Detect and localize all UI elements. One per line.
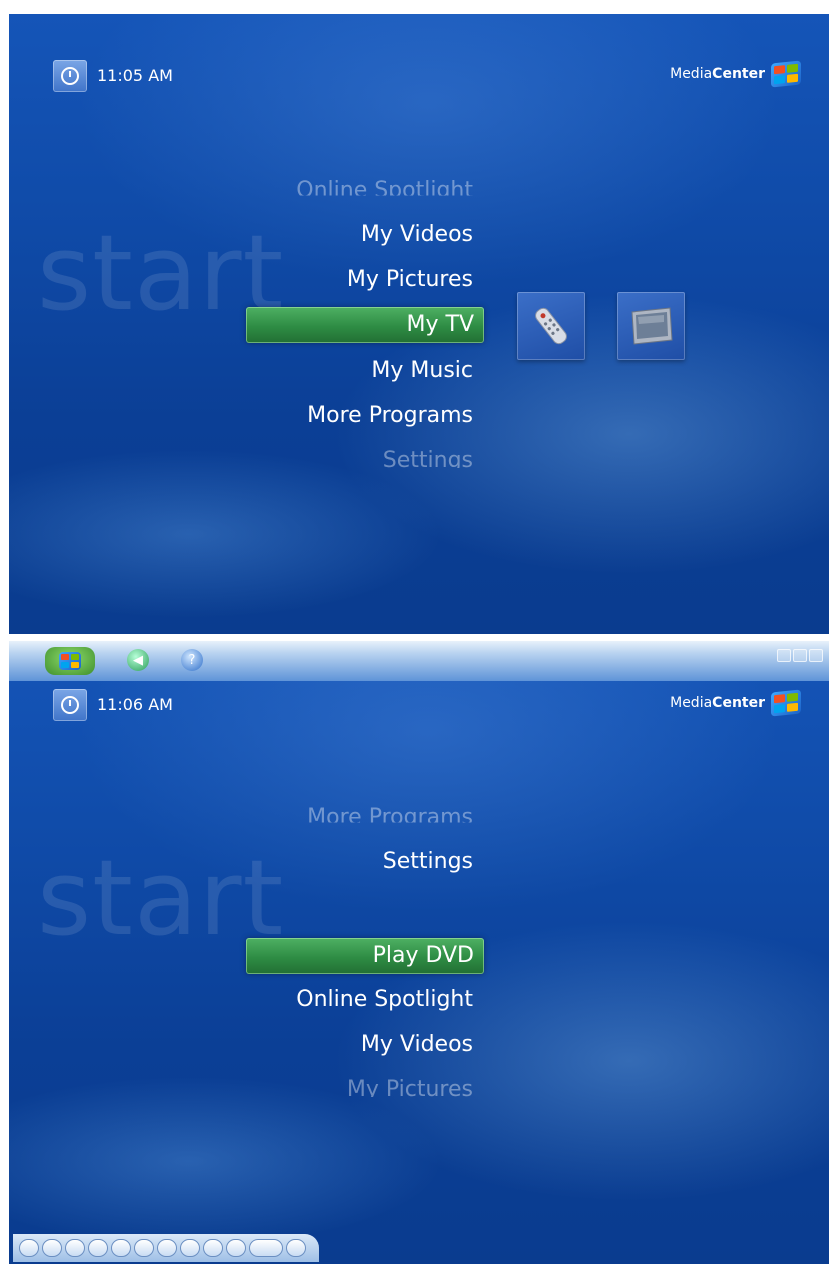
- remote-control-icon: [535, 307, 567, 345]
- power-icon: [61, 696, 79, 714]
- skip-forward-icon[interactable]: [226, 1239, 246, 1257]
- menu-item-my-music[interactable]: My Music: [371, 358, 473, 383]
- menu-item-more-programs[interactable]: More Programs: [307, 805, 473, 823]
- back-button[interactable]: ◀: [127, 649, 149, 671]
- volume-down-icon[interactable]: [42, 1239, 62, 1257]
- menu-item-more-programs[interactable]: More Programs: [307, 403, 473, 428]
- menu-item-my-tv-selected[interactable]: My TV: [246, 307, 484, 343]
- transport-controls: [13, 1234, 319, 1262]
- media-center-logo-text: MediaCenter: [670, 66, 765, 82]
- menu-item-my-pictures[interactable]: My Pictures: [347, 1077, 473, 1097]
- menu-item-online-spotlight[interactable]: Online Spotlight: [296, 987, 473, 1012]
- skip-back-icon[interactable]: [203, 1239, 223, 1257]
- menu-item-play-dvd-selected[interactable]: Play DVD: [246, 938, 484, 974]
- help-icon: ?: [188, 652, 196, 668]
- close-icon[interactable]: [809, 649, 823, 662]
- minimize-icon[interactable]: [777, 649, 791, 662]
- help-button[interactable]: ?: [181, 649, 203, 671]
- media-center-screen-1: 11:05 AM MediaCenter start Online Spotli…: [9, 14, 829, 634]
- menu-item-settings[interactable]: Settings: [383, 448, 473, 468]
- media-center-logo-text: MediaCenter: [670, 695, 765, 711]
- volume-up-icon[interactable]: [65, 1239, 85, 1257]
- media-center-screen-2: ◀ ? 11:06 AM MediaCenter start More Prog…: [9, 641, 829, 1264]
- record-icon[interactable]: [249, 1239, 283, 1257]
- clock: 11:05 AM: [97, 66, 173, 85]
- back-arrow-icon: ◀: [133, 652, 143, 668]
- window-controls: [777, 649, 823, 662]
- windows-start-icon: [59, 652, 81, 670]
- menu-item-settings[interactable]: Settings: [383, 849, 473, 874]
- maximize-icon[interactable]: [793, 649, 807, 662]
- window-titlebar: ◀ ?: [9, 641, 829, 681]
- rewind-icon[interactable]: [157, 1239, 177, 1257]
- tv-monitor-tile[interactable]: [617, 292, 685, 360]
- power-icon: [61, 67, 79, 85]
- play-icon[interactable]: [111, 1239, 131, 1257]
- menu-item-my-videos[interactable]: My Videos: [361, 1032, 473, 1057]
- tv-monitor-icon: [631, 307, 673, 345]
- power-button[interactable]: [53, 689, 87, 721]
- fast-forward-icon[interactable]: [180, 1239, 200, 1257]
- menu-item-online-spotlight[interactable]: Online Spotlight: [296, 178, 473, 196]
- windows-logo-icon: [771, 60, 801, 88]
- clock: 11:06 AM: [97, 695, 173, 714]
- mute-icon[interactable]: [19, 1239, 39, 1257]
- windows-logo-icon: [771, 689, 801, 717]
- channel-down-icon[interactable]: [286, 1239, 306, 1257]
- menu-item-my-videos[interactable]: My Videos: [361, 222, 473, 247]
- pause-icon[interactable]: [134, 1239, 154, 1257]
- stop-icon[interactable]: [88, 1239, 108, 1257]
- menu-item-my-pictures[interactable]: My Pictures: [347, 267, 473, 292]
- windows-start-button[interactable]: [45, 647, 95, 675]
- remote-control-tile[interactable]: [517, 292, 585, 360]
- power-button[interactable]: [53, 60, 87, 92]
